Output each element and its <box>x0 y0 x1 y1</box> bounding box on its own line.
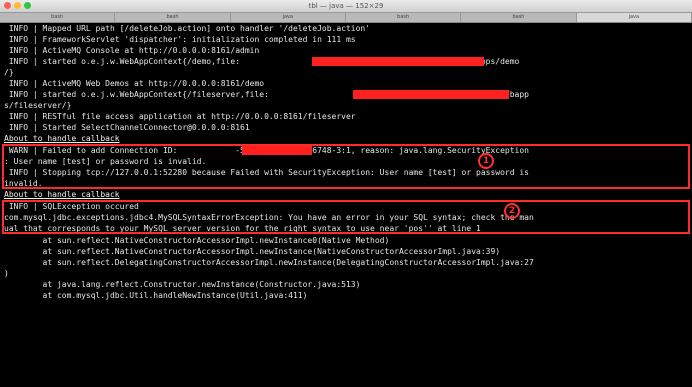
log-line: INFO | FrameworkServlet 'dispatcher': in… <box>4 35 356 44</box>
stack-line: at sun.reflect.DelegatingConstructorAcce… <box>4 258 534 267</box>
log-line: INFO | ActiveMQ Console at http://0.0.0.… <box>4 46 260 55</box>
log-line: INFO | ActiveMQ Web Demos at http://0.0.… <box>4 79 265 88</box>
highlight-box-security-exception <box>2 144 690 189</box>
tab-2[interactable]: bash <box>115 13 231 22</box>
tab-3[interactable]: java <box>231 13 346 22</box>
window-title: tbl — java — 152×29 <box>308 2 384 10</box>
highlight-box-sql-exception <box>2 200 690 234</box>
log-line: INFO | Mapped URL path [/deleteJob.actio… <box>4 24 371 33</box>
terminal-output[interactable]: INFO | Mapped URL path [/deleteJob.actio… <box>0 23 692 387</box>
tab-1[interactable]: bash <box>0 13 116 22</box>
callback-line: About to handle callback <box>4 190 120 199</box>
stack-line: at com.mysql.jdbc.Util.handleNewInstance… <box>4 291 308 300</box>
title-bar: tbl — java — 152×29 <box>0 0 692 13</box>
tab-4[interactable]: bash <box>346 13 462 22</box>
log-line: s/fileserver/} <box>4 101 72 110</box>
annotation-marker-2: 2 <box>504 203 520 219</box>
redaction-bar <box>353 90 509 99</box>
log-line: INFO | Started SelectChannelConnector@0.… <box>4 123 250 132</box>
redaction-bar <box>312 57 484 66</box>
stack-line: ) <box>4 269 9 278</box>
tab-bar: bash bash java bash bash java <box>0 13 692 23</box>
stack-line: at sun.reflect.NativeConstructorAccessor… <box>4 247 501 256</box>
log-line: /} <box>4 68 14 77</box>
stack-line: at java.lang.reflect.Constructor.newInst… <box>4 280 361 289</box>
tab-6-active[interactable]: java <box>576 13 692 22</box>
terminal-window: tbl — java — 152×29 bash bash java bash … <box>0 0 692 387</box>
log-line: INFO | RESTful file access application a… <box>4 112 356 121</box>
stack-line: at sun.reflect.NativeConstructorAccessor… <box>4 236 390 245</box>
tab-5[interactable]: bash <box>461 13 577 22</box>
annotation-marker-1: 1 <box>478 153 494 169</box>
callback-line: About to handle callback <box>4 134 120 143</box>
